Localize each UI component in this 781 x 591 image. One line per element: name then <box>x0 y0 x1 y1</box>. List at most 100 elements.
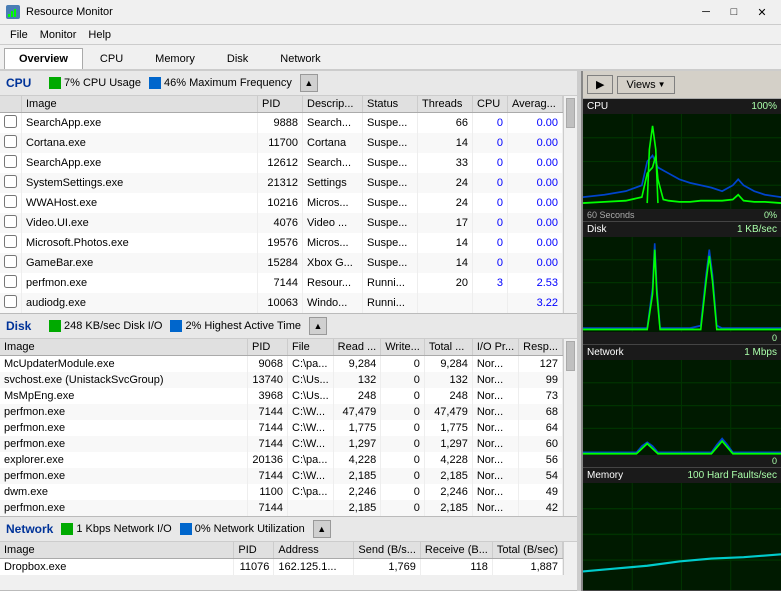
disk-cell-write: 0 <box>381 436 425 452</box>
maximize-button[interactable]: □ <box>721 2 747 22</box>
table-row[interactable]: McUpdaterModule.exe 9068 C:\pa... 9,284 … <box>0 356 563 373</box>
disk-cell-resp: 99 <box>519 372 563 388</box>
menubar: File Monitor Help <box>0 25 781 45</box>
disk-table-area: Image PID File Read ... Write... Total .… <box>0 339 577 516</box>
net-col-recv[interactable]: Receive (B... <box>420 542 492 559</box>
table-row[interactable]: perfmon.exe 7144 Resour... Runni... 20 3… <box>0 273 563 293</box>
disk-col-write[interactable]: Write... <box>381 339 425 356</box>
disk-stat1: 248 KB/sec Disk I/O <box>49 320 162 332</box>
row-checkbox[interactable] <box>4 235 17 248</box>
tab-cpu[interactable]: CPU <box>85 48 138 69</box>
net-col-image[interactable]: Image <box>0 542 234 559</box>
table-row[interactable]: SystemSettings.exe 21312 Settings Suspe.… <box>0 173 563 193</box>
cpu-cell-cpu: 0 <box>473 113 508 134</box>
disk-cell-write: 0 <box>381 484 425 500</box>
network-title: Network <box>6 522 53 536</box>
cpu-col-check[interactable] <box>0 96 22 113</box>
disk-cell-file: C:\W... <box>288 436 334 452</box>
net-col-pid[interactable]: PID <box>234 542 274 559</box>
table-row[interactable]: svchost.exe (UnistackSvcGroup) 13740 C:\… <box>0 372 563 388</box>
tab-overview[interactable]: Overview <box>4 48 83 69</box>
cpu-scrollbar[interactable] <box>563 96 577 313</box>
window-title: Resource Monitor <box>26 6 693 18</box>
row-checkbox[interactable] <box>4 295 17 308</box>
net-col-addr[interactable]: Address <box>274 542 354 559</box>
row-checkbox[interactable] <box>4 115 17 128</box>
right-panel: ▶ Views ▼ CPU 100% <box>581 71 781 591</box>
right-toolbar: ▶ Views ▼ <box>583 71 781 99</box>
cpu-col-image[interactable]: Image <box>22 96 258 113</box>
cpu-cell-pid: 10063 <box>258 293 303 313</box>
cpu-col-avg[interactable]: Averag... <box>508 96 563 113</box>
menu-help[interactable]: Help <box>82 27 117 43</box>
table-row[interactable]: Video.UI.exe 4076 Video ... Suspe... 17 … <box>0 213 563 233</box>
table-row[interactable]: Dropbox.exe 11076 162.125.1... 1,769 118… <box>0 559 563 576</box>
disk-col-total[interactable]: Total ... <box>424 339 472 356</box>
tabbar: Overview CPU Memory Disk Network <box>0 45 781 71</box>
cpu-stat2: 46% Maximum Frequency <box>149 77 292 89</box>
table-row[interactable]: perfmon.exe 7144 C:\W... 1,297 0 1,297 N… <box>0 436 563 452</box>
cpu-cell-desc: Search... <box>303 153 363 173</box>
disk-expand-button[interactable]: ▲ <box>309 317 327 335</box>
disk-col-iopri[interactable]: I/O Pr... <box>472 339 518 356</box>
cpu-expand-button[interactable]: ▲ <box>300 74 318 92</box>
menu-file[interactable]: File <box>4 27 34 43</box>
disk-cell-iopri: Nor... <box>472 372 518 388</box>
disk-cell-pid: 7144 <box>248 436 288 452</box>
cpu-col-pid[interactable]: PID <box>258 96 303 113</box>
cpu-cell-desc: Windo... <box>303 293 363 313</box>
table-row[interactable]: perfmon.exe 7144 C:\W... 47,479 0 47,479… <box>0 404 563 420</box>
network-scrollbar[interactable] <box>563 542 577 575</box>
row-checkbox[interactable] <box>4 275 17 288</box>
disk-col-pid[interactable]: PID <box>248 339 288 356</box>
cpu-col-cpu[interactable]: CPU <box>473 96 508 113</box>
table-row[interactable]: Microsoft.Photos.exe 19576 Micros... Sus… <box>0 233 563 253</box>
cpu-cell-image: WWAHost.exe <box>22 193 258 213</box>
table-row[interactable]: perfmon.exe 7144 2,185 0 2,185 Nor... 42 <box>0 500 563 516</box>
row-checkbox[interactable] <box>4 155 17 168</box>
network-expand-button[interactable]: ▲ <box>313 520 331 538</box>
row-checkbox[interactable] <box>4 215 17 228</box>
table-row[interactable]: perfmon.exe 7144 C:\W... 1,775 0 1,775 N… <box>0 420 563 436</box>
net-col-total[interactable]: Total (B/sec) <box>492 542 562 559</box>
table-row[interactable]: GameBar.exe 15284 Xbox G... Suspe... 14 … <box>0 253 563 273</box>
cpu-col-status[interactable]: Status <box>363 96 418 113</box>
disk-cell-iopri: Nor... <box>472 356 518 373</box>
row-checkbox[interactable] <box>4 255 17 268</box>
net-col-send[interactable]: Send (B/s... <box>354 542 420 559</box>
views-button[interactable]: Views ▼ <box>617 76 674 94</box>
tab-memory[interactable]: Memory <box>140 48 210 69</box>
disk-cell-file: C:\pa... <box>288 452 334 468</box>
disk-cell-iopri: Nor... <box>472 452 518 468</box>
table-row[interactable]: MsMpEng.exe 3968 C:\Us... 248 0 248 Nor.… <box>0 388 563 404</box>
disk-scrollbar[interactable] <box>563 339 577 516</box>
table-row[interactable]: Cortana.exe 11700 Cortana Suspe... 14 0 … <box>0 133 563 153</box>
table-row[interactable]: audiodg.exe 10063 Windo... Runni... 3.22 <box>0 293 563 313</box>
disk-cell-write: 0 <box>381 404 425 420</box>
forward-button[interactable]: ▶ <box>587 75 613 94</box>
disk-col-resp[interactable]: Resp... <box>519 339 563 356</box>
views-label: Views <box>626 79 655 91</box>
menu-monitor[interactable]: Monitor <box>34 27 83 43</box>
table-row[interactable]: SearchApp.exe 12612 Search... Suspe... 3… <box>0 153 563 173</box>
tab-network[interactable]: Network <box>265 48 335 69</box>
minimize-button[interactable]: ─ <box>693 2 719 22</box>
table-row[interactable]: dwm.exe 1100 C:\pa... 2,246 0 2,246 Nor.… <box>0 484 563 500</box>
table-row[interactable]: explorer.exe 20136 C:\pa... 4,228 0 4,22… <box>0 452 563 468</box>
disk-cell-resp: 68 <box>519 404 563 420</box>
disk-col-read[interactable]: Read ... <box>333 339 381 356</box>
disk-col-file[interactable]: File <box>288 339 334 356</box>
cpu-col-desc[interactable]: Descrip... <box>303 96 363 113</box>
row-checkbox[interactable] <box>4 195 17 208</box>
table-row[interactable]: WWAHost.exe 10216 Micros... Suspe... 24 … <box>0 193 563 213</box>
tab-disk[interactable]: Disk <box>212 48 263 69</box>
table-row[interactable]: SearchApp.exe 9888 Search... Suspe... 66… <box>0 113 563 134</box>
row-checkbox[interactable] <box>4 175 17 188</box>
row-checkbox[interactable] <box>4 135 17 148</box>
disk-col-image[interactable]: Image <box>0 339 248 356</box>
close-button[interactable]: ✕ <box>749 2 775 22</box>
table-row[interactable]: perfmon.exe 7144 C:\W... 2,185 0 2,185 N… <box>0 468 563 484</box>
cpu-cell-status: Suspe... <box>363 213 418 233</box>
disk-cell-file: C:\Us... <box>288 388 334 404</box>
cpu-col-threads[interactable]: Threads <box>418 96 473 113</box>
